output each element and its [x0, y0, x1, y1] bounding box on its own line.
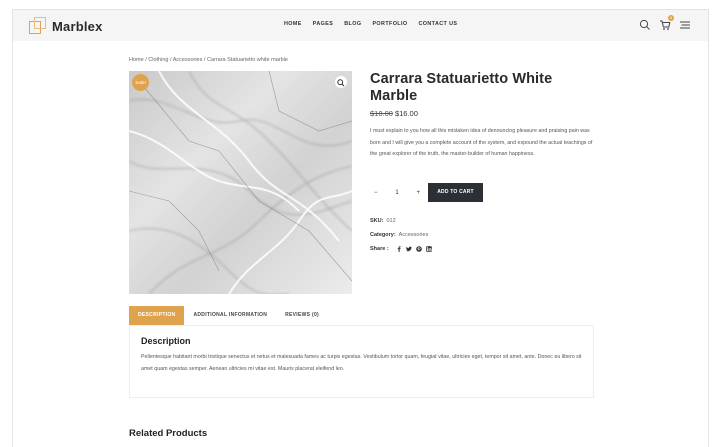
tab-additional-information[interactable]: ADDITIONAL INFORMATION — [184, 306, 276, 325]
linkedin-icon[interactable] — [425, 246, 432, 252]
header-icons: 0 — [632, 15, 692, 32]
share-label: Share : — [370, 246, 389, 252]
category-label: Category: — [370, 232, 396, 238]
magnifier-icon — [337, 79, 345, 87]
twitter-icon[interactable] — [405, 246, 412, 252]
site-header: Marblex HOME PAGES BLOG PORTFOLIO CONTAC… — [13, 10, 708, 41]
facebook-icon[interactable] — [396, 246, 402, 252]
cart-icon[interactable]: 0 — [658, 15, 674, 32]
tab-panel-description: Description Pellentesque habitant morbi … — [129, 325, 594, 398]
search-icon[interactable] — [638, 18, 652, 32]
breadcrumb[interactable]: Home / Clothing / Accessories / Carrara … — [129, 57, 288, 63]
product-title: Carrara Statuarietto White Marble — [370, 71, 553, 104]
cart-count-badge: 0 — [668, 15, 674, 21]
related-products-heading: Related Products — [129, 428, 208, 439]
logo[interactable]: Marblex — [29, 17, 103, 35]
logo-text: Marblex — [52, 18, 103, 34]
marble-texture-image — [129, 71, 352, 294]
nav-portfolio[interactable]: PORTFOLIO — [372, 21, 407, 27]
sku-label: SKU: — [370, 218, 384, 224]
qty-increase-button[interactable]: + — [416, 190, 420, 196]
nav-home[interactable]: HOME — [284, 21, 302, 27]
share-row: Share : — [370, 246, 432, 252]
sale-badge: Sale! — [132, 74, 149, 91]
tab-panel-heading: Description — [141, 336, 191, 346]
page-frame: Marblex HOME PAGES BLOG PORTFOLIO CONTAC… — [12, 9, 709, 447]
quantity-stepper[interactable]: − 1 + — [370, 183, 424, 202]
qty-decrease-button[interactable]: − — [374, 190, 378, 196]
nav-blog[interactable]: BLOG — [344, 21, 361, 27]
tab-description[interactable]: DESCRIPTION — [129, 306, 185, 325]
old-price: $18.00 — [370, 109, 393, 118]
product-price: $18.00 $16.00 — [370, 109, 595, 118]
product-short-description: I must explain to you how all this mista… — [370, 128, 593, 158]
zoom-button[interactable] — [335, 76, 347, 88]
tab-reviews[interactable]: REVIEWS (0) — [276, 306, 328, 325]
main-nav: HOME PAGES BLOG PORTFOLIO CONTACT US — [284, 21, 468, 27]
tab-panel-text: Pellentesque habitant morbi tristique se… — [141, 354, 582, 372]
add-to-cart-form: − 1 + ADD TO CART — [370, 183, 483, 202]
sku-value: 012 — [386, 218, 396, 224]
product-image[interactable]: Sale! — [129, 71, 352, 294]
product-tabs: DESCRIPTION ADDITIONAL INFORMATION REVIE… — [129, 306, 328, 325]
category-link[interactable]: Accessories — [399, 232, 429, 238]
menu-icon[interactable] — [678, 18, 692, 32]
category-row: Category: Accessories — [370, 232, 432, 238]
logo-mark-icon — [29, 17, 47, 35]
nav-contact-us[interactable]: CONTACT US — [418, 21, 457, 27]
nav-pages[interactable]: PAGES — [313, 21, 333, 27]
sku-row: SKU: 012 — [370, 218, 432, 224]
product-meta: SKU: 012 Category: Accessories Share : — [370, 218, 432, 260]
pinterest-icon[interactable] — [415, 246, 422, 252]
qty-value[interactable]: 1 — [395, 190, 398, 196]
sale-price: $16.00 — [394, 109, 418, 118]
add-to-cart-button[interactable]: ADD TO CART — [428, 183, 483, 202]
product-summary: Carrara Statuarietto White Marble $18.00… — [370, 71, 595, 252]
